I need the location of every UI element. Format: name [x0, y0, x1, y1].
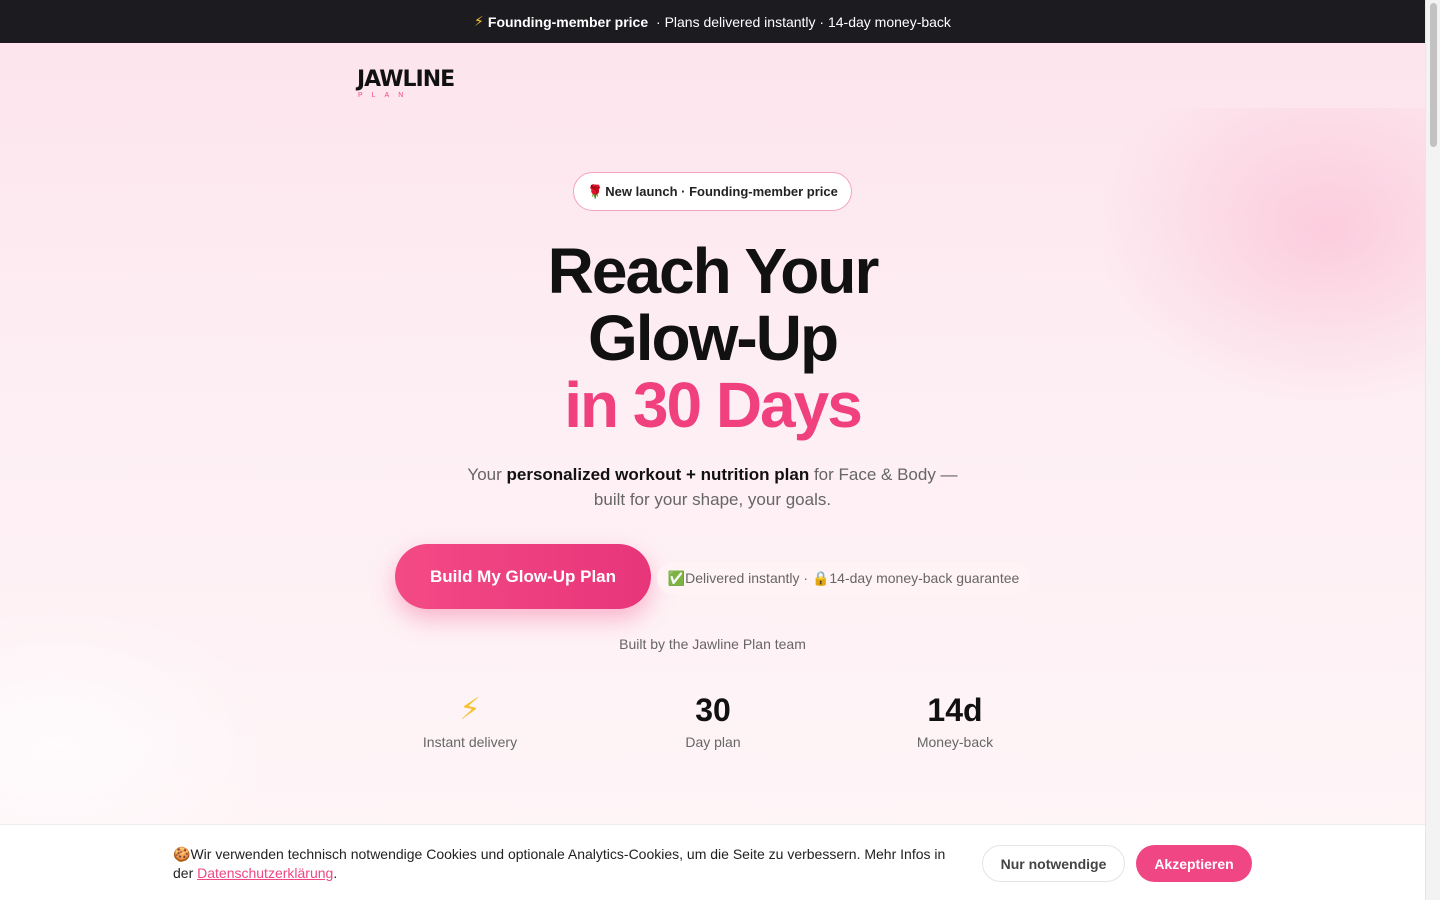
- headline-line-1: Reach Your: [547, 235, 880, 307]
- headline-line-2: Glow-Up: [587, 302, 839, 374]
- cookie-period: .: [333, 865, 338, 881]
- hero-subtitle: Your personalized workout + nutrition pl…: [460, 462, 965, 512]
- privacy-policy-link[interactable]: Datenschutzerklärung: [197, 865, 333, 881]
- stat-money-back: 14d Money-back: [865, 690, 1045, 750]
- rose-icon: 🌹: [587, 183, 604, 199]
- logo-wordmark: JAWLINE: [357, 67, 455, 92]
- scrollbar[interactable]: [1425, 0, 1440, 900]
- cookie-text: 🍪Wir verwenden technisch notwendige Cook…: [173, 845, 953, 883]
- build-plan-button[interactable]: Build My Glow-Up Plan: [395, 544, 651, 609]
- stat-label: Money-back: [916, 734, 994, 750]
- necessary-only-button[interactable]: Nur notwendige: [982, 845, 1125, 882]
- decorative-blob: [1095, 108, 1425, 408]
- decorative-blob-left: [0, 600, 280, 840]
- launch-badge: 🌹 New launch · Founding-member price: [573, 172, 852, 211]
- stat-value: 14d: [927, 692, 983, 728]
- stat-day-plan: 30 Day plan: [623, 690, 803, 750]
- announcement-text: · Plans delivered instantly · 14-day mon…: [652, 13, 951, 30]
- stat-label: Day plan: [685, 734, 741, 750]
- headline-line-3: in 30 Days: [564, 369, 863, 441]
- subtitle-bold: personalized workout + nutrition plan: [506, 465, 810, 484]
- subtitle-pre: Your: [467, 465, 507, 484]
- launch-badge-text: New launch · Founding-member price: [605, 184, 838, 199]
- bolt-icon: ⚡: [474, 13, 484, 29]
- bolt-icon: ⚡: [459, 693, 481, 726]
- stat-label: Instant delivery: [422, 734, 518, 750]
- logo-subtitle: PLAN: [358, 92, 413, 99]
- scrollbar-thumb[interactable]: [1430, 3, 1437, 147]
- logo[interactable]: JAWLINE PLAN: [357, 67, 455, 100]
- cookie-icon: 🍪: [173, 846, 191, 862]
- stat-instant-delivery: ⚡ Instant delivery: [380, 690, 560, 750]
- announcement-highlight: Founding-member price: [487, 13, 649, 30]
- hero-headline: Reach Your Glow-Up in 30 Days: [420, 238, 1005, 439]
- stat-value: 30: [695, 692, 731, 728]
- cookie-banner: 🍪Wir verwenden technisch notwendige Cook…: [0, 824, 1425, 900]
- built-by-text: Built by the Jawline Plan team: [619, 636, 806, 652]
- delivery-guarantee-badge: ✅Delivered instantly · 🔒14-day money-bac…: [657, 562, 1030, 594]
- announcement-bar: ⚡ Founding-member price · Plans delivered…: [0, 0, 1425, 43]
- accept-cookies-button[interactable]: Akzeptieren: [1136, 845, 1252, 882]
